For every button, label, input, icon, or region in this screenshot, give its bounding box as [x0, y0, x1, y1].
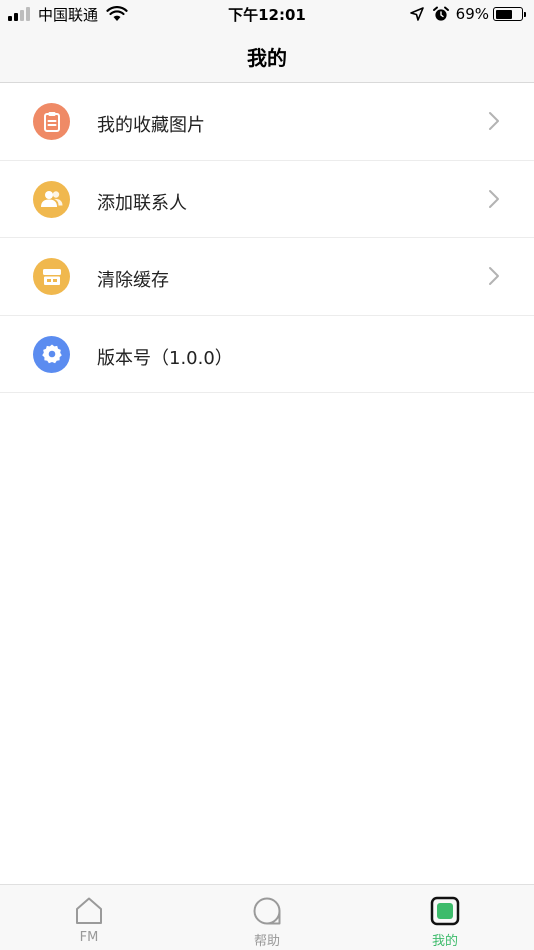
chevron-right-icon [489, 112, 499, 130]
version-label: 版本号（1.0.0） [97, 347, 233, 369]
menu-item-add-contact[interactable]: 添加联系人 [0, 160, 534, 238]
home-icon [76, 897, 102, 924]
clipboard-icon [33, 103, 70, 140]
tab-fm[interactable]: FM [0, 885, 178, 950]
tab-label: 帮助 [253, 934, 280, 949]
menu-item-favorite-images[interactable]: 我的收藏图片 [0, 83, 534, 161]
settings-list: 我的收藏图片 添加联系人 清除缓存 版本号（1.0.0） [0, 83, 534, 393]
battery-cap [524, 11, 526, 17]
chevron-right-icon [489, 267, 499, 285]
location-arrow-icon [409, 7, 424, 21]
battery-percent: 69% [455, 5, 489, 23]
tab-label: 我的 [431, 934, 458, 949]
alarm-clock-icon [432, 6, 449, 21]
chevron-right-icon [489, 189, 499, 208]
tab-help[interactable]: 帮助 [178, 885, 356, 950]
help-bubble-icon [253, 897, 281, 925]
menu-item-label: 添加联系人 [97, 192, 187, 214]
battery-icon [493, 7, 523, 21]
tab-label: FM [79, 930, 99, 945]
profile-square-icon [430, 896, 460, 926]
storage-icon [33, 258, 70, 295]
menu-item-label: 我的收藏图片 [97, 115, 205, 136]
contacts-icon [33, 180, 70, 218]
navigation-bar: 我的 [0, 28, 534, 83]
settings-gear-icon [33, 335, 70, 373]
status-right: 69% [409, 4, 526, 24]
menu-item-label: 清除缓存 [97, 270, 169, 291]
menu-item-clear-cache[interactable]: 清除缓存 [0, 238, 534, 316]
page-title: 我的 [247, 46, 287, 70]
tab-mine[interactable]: 我的 [356, 885, 534, 950]
menu-item-version: 版本号（1.0.0） [0, 315, 534, 393]
status-bar: 中国联通 下午12:01 69% [0, 0, 534, 28]
tab-bar: FM 帮助 我的 [0, 884, 534, 950]
